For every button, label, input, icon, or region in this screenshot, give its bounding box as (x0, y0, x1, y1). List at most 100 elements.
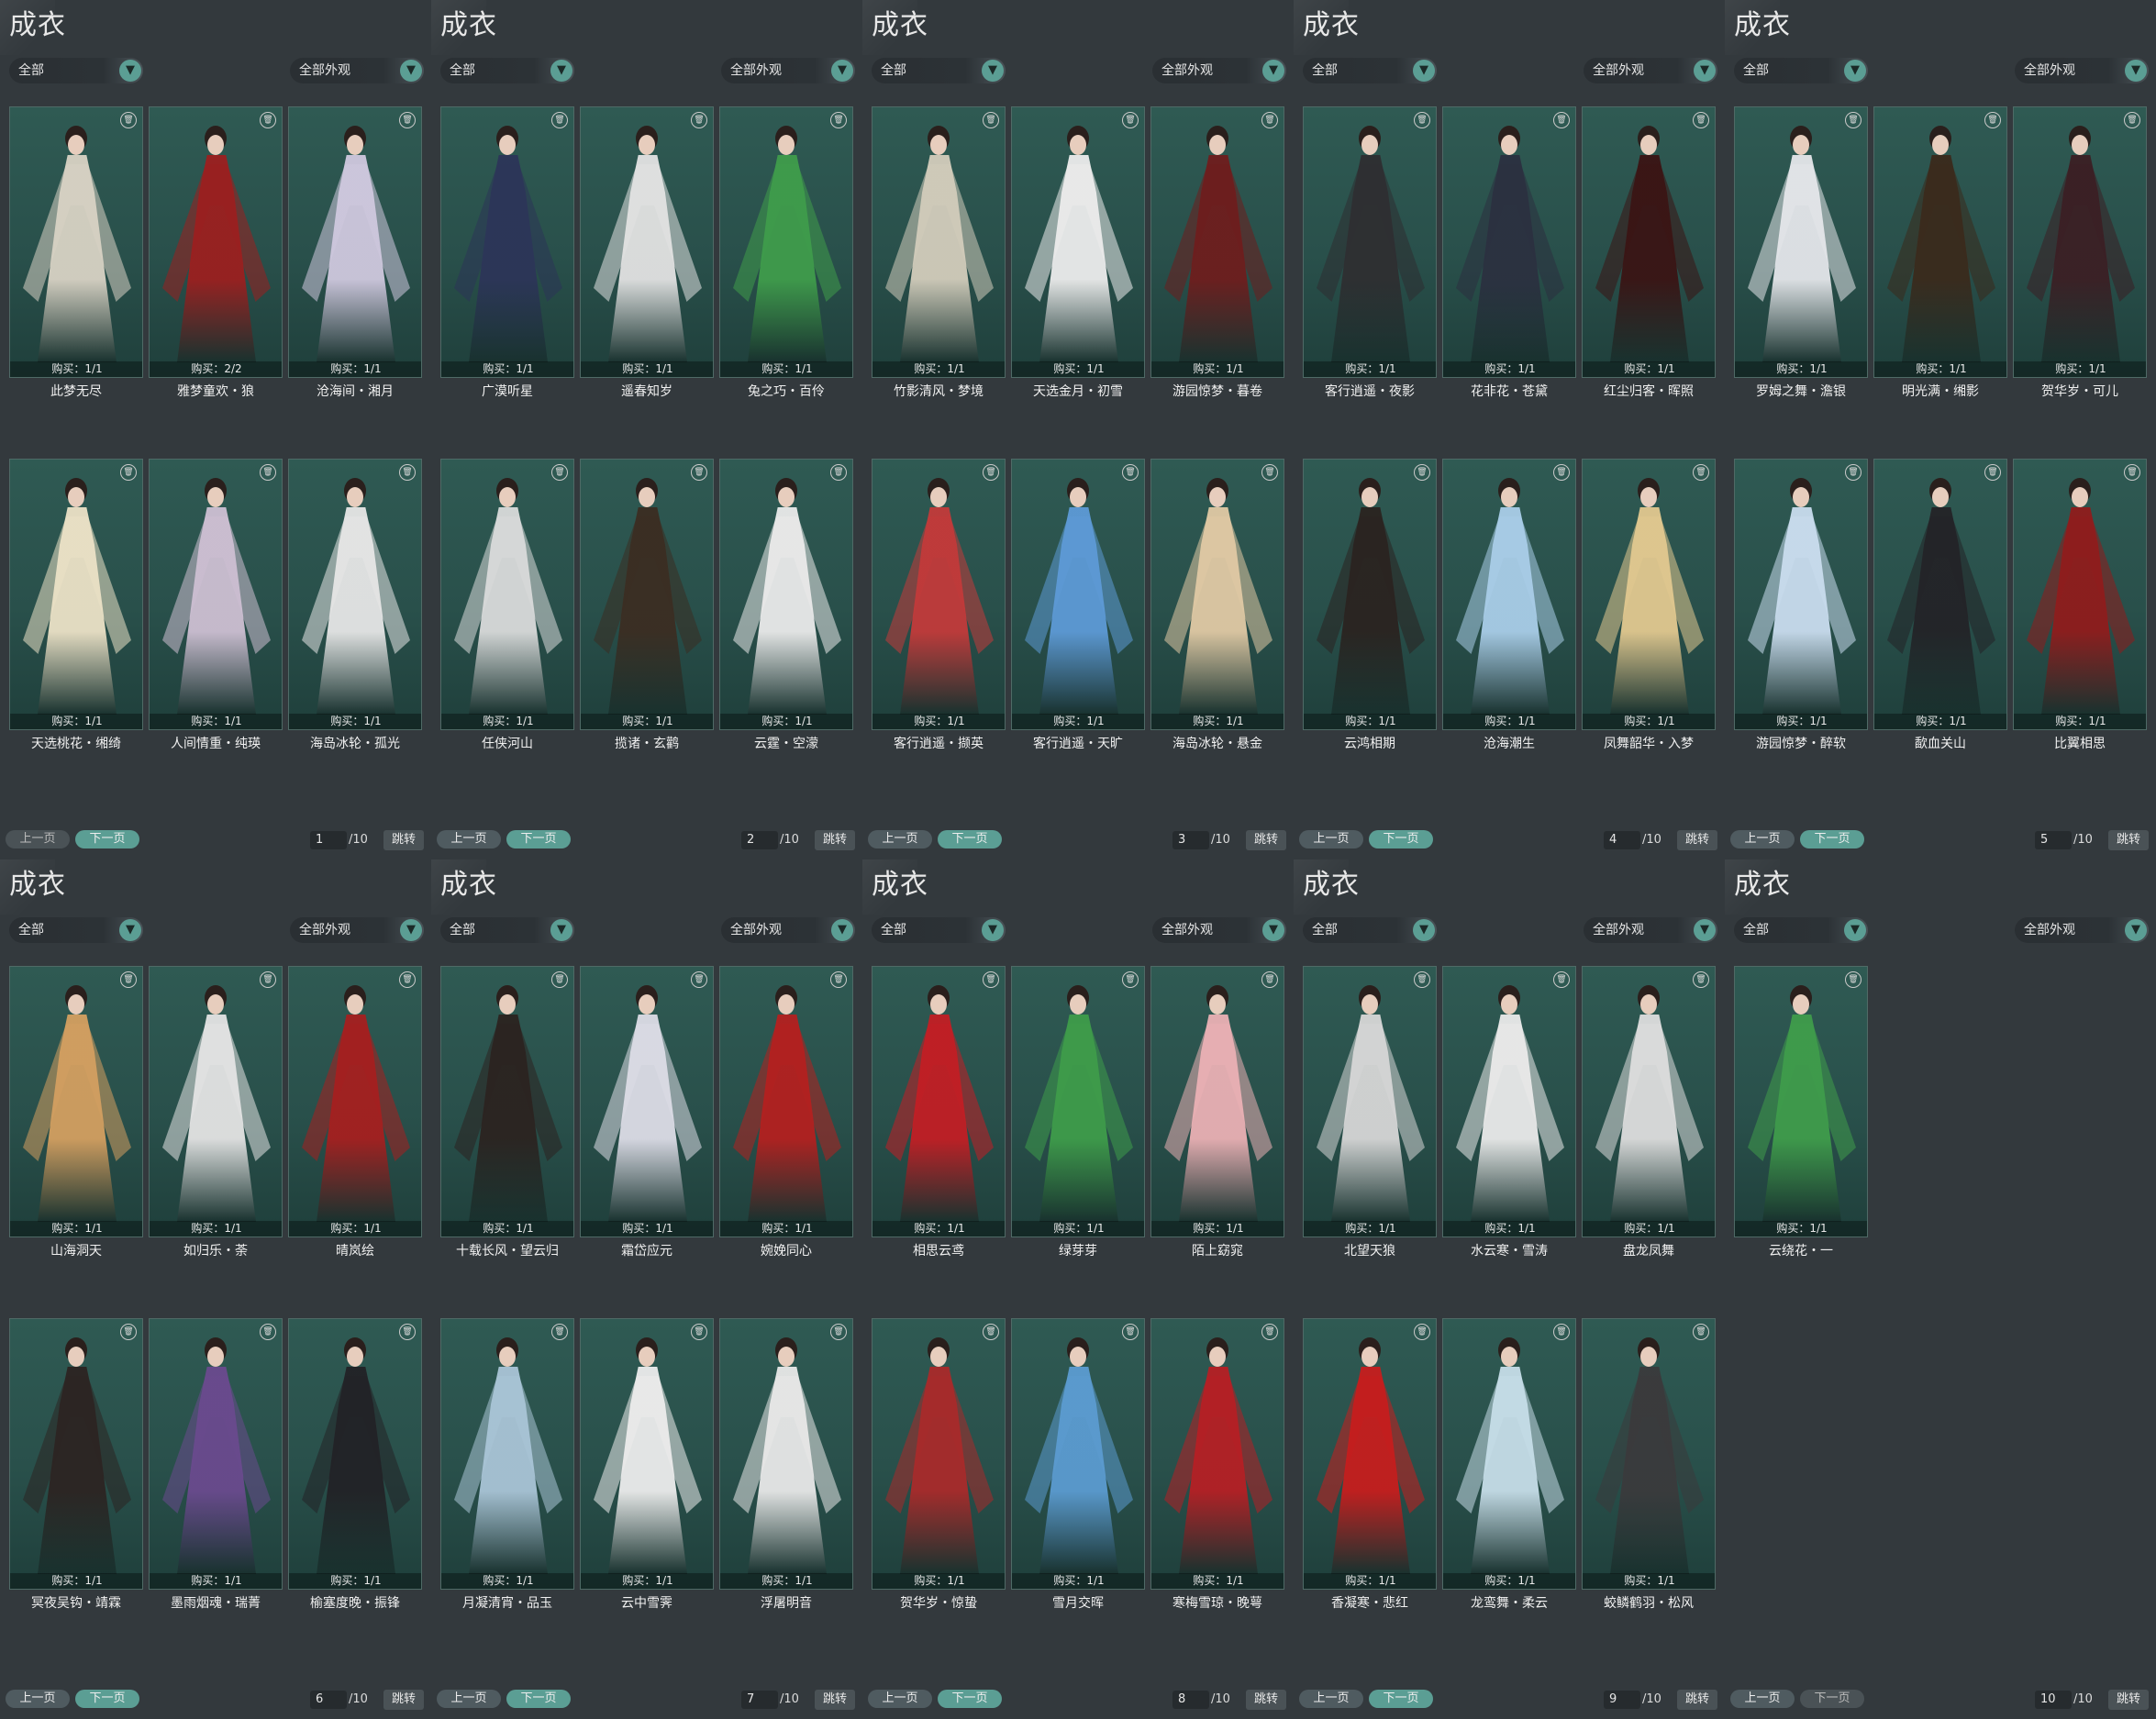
prev-page-button[interactable]: 上一页 (1299, 1690, 1363, 1708)
outfit-card[interactable]: 🗑 购买：1/1 花非花・苍黛 (1442, 106, 1576, 459)
chevron-down-icon[interactable]: ▼ (982, 919, 1004, 941)
appearance-dropdown[interactable]: 全部外观 ▼ (2015, 917, 2149, 943)
outfit-preview[interactable]: 🗑 购买：1/1 (1582, 106, 1716, 378)
outfit-preview[interactable]: 🗑 购买：1/1 (1150, 1318, 1284, 1590)
trash-icon[interactable]: 🗑 (2124, 112, 2140, 128)
trash-icon[interactable]: 🗑 (1261, 1324, 1278, 1340)
outfit-card[interactable]: 🗑 购买：1/1 海岛冰轮・孤光 (288, 459, 422, 811)
chevron-down-icon[interactable]: ▼ (831, 919, 853, 941)
category-dropdown[interactable]: 全部 ▼ (440, 917, 574, 943)
outfit-card[interactable]: 🗑 购买：1/1 兔之巧・百伶 (719, 106, 853, 459)
trash-icon[interactable]: 🗑 (1845, 112, 1861, 128)
outfit-card[interactable]: 🗑 购买：1/1 比翼相思 (2013, 459, 2147, 811)
trash-icon[interactable]: 🗑 (983, 1324, 999, 1340)
trash-icon[interactable]: 🗑 (399, 971, 416, 988)
outfit-card[interactable]: 🗑 购买：1/1 云绕花・一 (1734, 966, 1868, 1318)
outfit-preview[interactable]: 🗑 购买：1/1 (872, 1318, 1006, 1590)
outfit-card[interactable]: 🗑 购买：1/1 云霆・空濛 (719, 459, 853, 811)
trash-icon[interactable]: 🗑 (691, 464, 707, 481)
jump-button[interactable]: 跳转 (815, 1690, 855, 1710)
outfit-card[interactable]: 🗑 购买：1/1 贺华岁・可儿 (2013, 106, 2147, 459)
category-dropdown[interactable]: 全部 ▼ (872, 917, 1006, 943)
chevron-down-icon[interactable]: ▼ (400, 60, 422, 82)
jump-button[interactable]: 跳转 (1677, 1690, 1717, 1710)
outfit-card[interactable]: 🗑 购买：1/1 天选桃花・缃绮 (9, 459, 143, 811)
outfit-preview[interactable]: 🗑 购买：1/1 (149, 966, 283, 1237)
outfit-preview[interactable]: 🗑 购买：1/1 (440, 459, 574, 730)
outfit-preview[interactable]: 🗑 购买：1/1 (580, 1318, 714, 1590)
trash-icon[interactable]: 🗑 (691, 1324, 707, 1340)
outfit-preview[interactable]: 🗑 购买：1/1 (9, 966, 143, 1237)
appearance-dropdown[interactable]: 全部外观 ▼ (290, 58, 424, 83)
trash-icon[interactable]: 🗑 (2124, 464, 2140, 481)
outfit-card[interactable]: 🗑 购买：1/1 凤舞韶华・入梦 (1582, 459, 1716, 811)
appearance-dropdown[interactable]: 全部外观 ▼ (1584, 58, 1717, 83)
trash-icon[interactable]: 🗑 (830, 112, 847, 128)
chevron-down-icon[interactable]: ▼ (1844, 919, 1866, 941)
outfit-card[interactable]: 🗑 购买：1/1 广漠听星 (440, 106, 574, 459)
outfit-preview[interactable]: 🗑 购买：1/1 (1011, 459, 1145, 730)
outfit-preview[interactable]: 🗑 购买：1/1 (1303, 1318, 1437, 1590)
trash-icon[interactable]: 🗑 (551, 464, 568, 481)
outfit-card[interactable]: 🗑 购买：1/1 墨雨烟魂・瑞菁 (149, 1318, 283, 1670)
outfit-card[interactable]: 🗑 购买：1/1 游园惊梦・醉软 (1734, 459, 1868, 811)
page-number-input[interactable]: 10 (2035, 1691, 2072, 1709)
outfit-card[interactable]: 🗑 购买：1/1 客行逍遥・夜影 (1303, 106, 1437, 459)
outfit-card[interactable]: 🗑 购买：1/1 陌上窈窕 (1150, 966, 1284, 1318)
outfit-card[interactable]: 🗑 购买：1/1 揽诸・玄鹳 (580, 459, 714, 811)
outfit-card[interactable]: 🗑 购买：1/1 海岛冰轮・悬金 (1150, 459, 1284, 811)
trash-icon[interactable]: 🗑 (120, 971, 137, 988)
chevron-down-icon[interactable]: ▼ (982, 60, 1004, 82)
outfit-preview[interactable]: 🗑 购买：1/1 (1442, 966, 1576, 1237)
outfit-card[interactable]: 🗑 购买：1/1 沧海潮生 (1442, 459, 1576, 811)
outfit-preview[interactable]: 🗑 购买：1/1 (1303, 106, 1437, 378)
outfit-preview[interactable]: 🗑 购买：1/1 (288, 459, 422, 730)
outfit-preview[interactable]: 🗑 购买：1/1 (872, 459, 1006, 730)
category-dropdown[interactable]: 全部 ▼ (1303, 58, 1437, 83)
outfit-preview[interactable]: 🗑 购买：1/1 (9, 106, 143, 378)
trash-icon[interactable]: 🗑 (1261, 971, 1278, 988)
outfit-preview[interactable]: 🗑 购买：1/1 (872, 966, 1006, 1237)
outfit-preview[interactable]: 🗑 购买：1/1 (719, 459, 853, 730)
chevron-down-icon[interactable]: ▼ (1413, 60, 1435, 82)
outfit-card[interactable]: 🗑 购买：1/1 沧海间・湘月 (288, 106, 422, 459)
outfit-card[interactable]: 🗑 购买：1/1 雪月交晖 (1011, 1318, 1145, 1670)
outfit-preview[interactable]: 🗑 购买：1/1 (288, 106, 422, 378)
outfit-preview[interactable]: 🗑 购买：1/1 (1442, 1318, 1576, 1590)
outfit-preview[interactable]: 🗑 购买：1/1 (440, 1318, 574, 1590)
trash-icon[interactable]: 🗑 (260, 971, 276, 988)
jump-button[interactable]: 跳转 (1677, 830, 1717, 850)
category-dropdown[interactable]: 全部 ▼ (872, 58, 1006, 83)
outfit-card[interactable]: 🗑 购买：1/1 竹影清风・梦境 (872, 106, 1006, 459)
outfit-preview[interactable]: 🗑 购买：1/1 (2013, 106, 2147, 378)
prev-page-button[interactable]: 上一页 (437, 830, 501, 848)
trash-icon[interactable]: 🗑 (1845, 971, 1861, 988)
trash-icon[interactable]: 🗑 (551, 971, 568, 988)
next-page-button[interactable]: 下一页 (506, 830, 571, 848)
outfit-card[interactable]: 🗑 购买：1/1 寒梅雪琼・晚萼 (1150, 1318, 1284, 1670)
trash-icon[interactable]: 🗑 (1122, 971, 1139, 988)
chevron-down-icon[interactable]: ▼ (550, 60, 572, 82)
outfit-preview[interactable]: 🗑 购买：1/1 (440, 966, 574, 1237)
trash-icon[interactable]: 🗑 (830, 1324, 847, 1340)
outfit-preview[interactable]: 🗑 购买：1/1 (1303, 459, 1437, 730)
outfit-card[interactable]: 🗑 购买：1/1 任侠河山 (440, 459, 574, 811)
outfit-preview[interactable]: 🗑 购买：1/1 (719, 106, 853, 378)
prev-page-button[interactable]: 上一页 (6, 1690, 70, 1708)
trash-icon[interactable]: 🗑 (1553, 464, 1570, 481)
page-number-input[interactable]: 6 (310, 1691, 347, 1709)
jump-button[interactable]: 跳转 (383, 830, 424, 850)
chevron-down-icon[interactable]: ▼ (831, 60, 853, 82)
trash-icon[interactable]: 🗑 (399, 112, 416, 128)
outfit-card[interactable]: 🗑 购买：1/1 游园惊梦・暮卷 (1150, 106, 1284, 459)
chevron-down-icon[interactable]: ▼ (400, 919, 422, 941)
outfit-card[interactable]: 🗑 购买：1/1 绿芽芽 (1011, 966, 1145, 1318)
trash-icon[interactable]: 🗑 (1553, 971, 1570, 988)
trash-icon[interactable]: 🗑 (1984, 112, 2001, 128)
chevron-down-icon[interactable]: ▼ (1413, 919, 1435, 941)
category-dropdown[interactable]: 全部 ▼ (1303, 917, 1437, 943)
outfit-card[interactable]: 🗑 购买：1/1 遥春知岁 (580, 106, 714, 459)
outfit-preview[interactable]: 🗑 购买：1/1 (1734, 459, 1868, 730)
outfit-preview[interactable]: 🗑 购买：1/1 (1011, 1318, 1145, 1590)
outfit-card[interactable]: 🗑 购买：1/1 红尘归客・晖照 (1582, 106, 1716, 459)
